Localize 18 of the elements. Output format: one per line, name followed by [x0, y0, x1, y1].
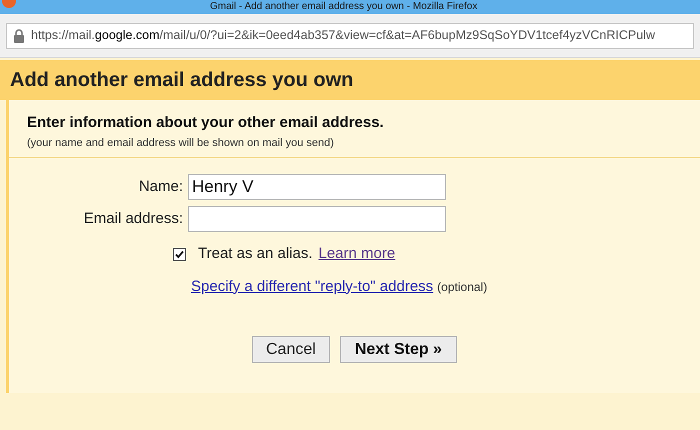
optional-note: (optional) — [437, 278, 488, 296]
lock-icon — [13, 28, 25, 42]
learn-more-link[interactable]: Learn more — [318, 243, 396, 266]
address-bar[interactable]: https://mail.google.com/mail/u/0/?ui=2&ik=0eed4ab357&view=cf&at=AF6bupMz9SqSoYDV1tcef4yzVCnRICPulw — [6, 22, 694, 48]
alias-checkbox[interactable] — [173, 248, 186, 261]
form-hint: (your name and email address will be shown on mail you send) — [27, 136, 335, 150]
cancel-button[interactable]: Cancel — [252, 336, 330, 363]
field-label: Name: — [138, 176, 183, 197]
reply-to-link[interactable]: Specify a different "reply-to" address — [191, 276, 434, 298]
field-label: Email address: — [82, 208, 183, 229]
window-title: Gmail - Add another email address you own - Mozilla Firefox — [210, 1, 478, 13]
url-text: https://mail.google.com/mail/u/0/?ui=2&ik=0eed4ab357&view=cf&at=AF6bupMz9SqSoYDV1tcef4yzVCnRICPulw — [31, 27, 655, 44]
dialog-title: Add another email address you own — [10, 68, 354, 93]
alias-label: Treat as an alias. — [198, 244, 312, 264]
email-field[interactable] — [188, 206, 446, 232]
name-field[interactable]: Henry V — [188, 174, 446, 200]
next-step-button[interactable]: Next Step » — [340, 336, 457, 363]
form-heading: Enter information about your other email address. — [27, 113, 385, 133]
